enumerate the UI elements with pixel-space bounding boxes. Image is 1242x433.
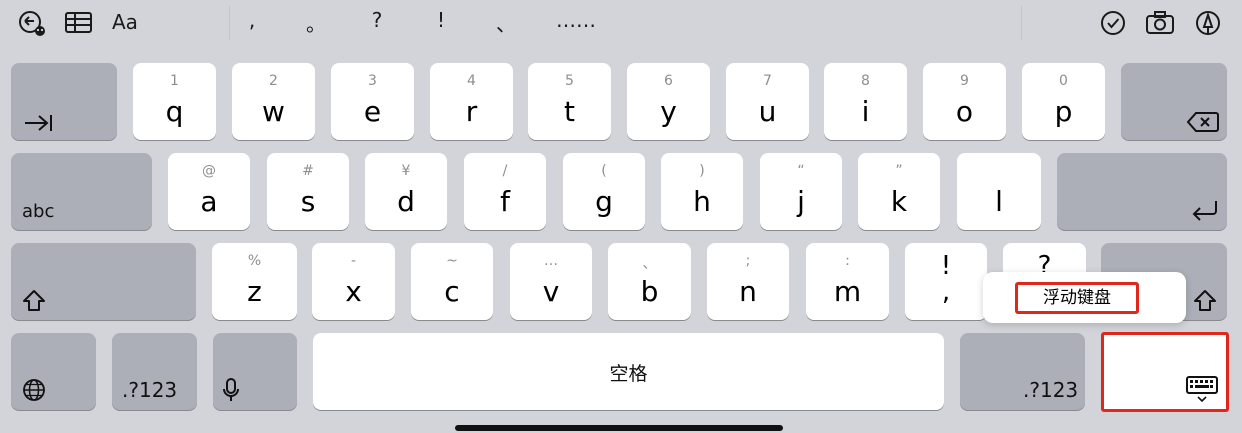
floating-keyboard-option[interactable]: 浮动键盘 [1015, 282, 1139, 314]
numbers-key-left[interactable]: .?123 [112, 333, 197, 410]
key-w[interactable]: 2w [232, 63, 315, 140]
shift-icon [1194, 290, 1216, 311]
key-s[interactable]: # s [267, 153, 349, 230]
key-e[interactable]: 3e [331, 63, 414, 140]
key-r[interactable]: 4r [430, 63, 513, 140]
key-y[interactable]: 6y [627, 63, 710, 140]
camera-icon[interactable] [1145, 8, 1175, 42]
key-i[interactable]: 8i [824, 63, 907, 140]
return-key[interactable] [1057, 153, 1227, 230]
pen-icon[interactable] [1194, 8, 1224, 42]
shift-key-left[interactable] [11, 243, 196, 320]
toolbar-divider [229, 6, 230, 40]
key-a[interactable]: @ a [168, 153, 250, 230]
tab-arrow-icon [25, 115, 52, 131]
globe-key[interactable] [11, 333, 96, 410]
key-n[interactable]: ; n [707, 243, 789, 320]
delete-key[interactable] [1121, 63, 1227, 140]
key-k[interactable]: ” k [858, 153, 940, 230]
numbers-key-right[interactable]: .?123 [960, 333, 1085, 410]
key-z[interactable]: % z [212, 243, 297, 320]
hide-keyboard-key[interactable] [1101, 332, 1229, 412]
key-l[interactable]: l [957, 153, 1041, 230]
key-d[interactable]: ¥ d [365, 153, 447, 230]
punct-ellipsis[interactable]: …… [556, 8, 596, 32]
key-f[interactable]: / f [464, 153, 546, 230]
punct-question[interactable]: ? [357, 8, 397, 32]
abc-key[interactable]: abc [11, 153, 152, 230]
key-c[interactable]: ~ c [411, 243, 493, 320]
microphone-icon [223, 378, 239, 401]
keyboard-icon [1186, 376, 1218, 403]
numbers-label: .?123 [122, 378, 178, 402]
key-m[interactable]: :m [806, 243, 889, 320]
punct-comma[interactable]: , [232, 8, 272, 32]
key-p[interactable]: 0p [1022, 63, 1105, 140]
punct-exclamation[interactable]: ! [421, 8, 461, 32]
abc-label: abc [22, 201, 55, 222]
home-indicator[interactable] [455, 425, 783, 431]
dictation-key[interactable] [213, 333, 297, 410]
key-x[interactable]: -x [312, 243, 395, 320]
shift-icon [23, 290, 45, 311]
space-label: 空格 [609, 363, 648, 385]
undo-emoji-icon[interactable] [16, 8, 48, 44]
space-key[interactable]: 空格 [313, 333, 944, 410]
keyboard-toolbar: Aa , 。 ? ! 、 …… [0, 0, 1242, 48]
key-j[interactable]: “j [760, 153, 842, 230]
table-icon[interactable] [64, 8, 94, 42]
checkmark-circle-icon[interactable] [1100, 8, 1126, 42]
key-o[interactable]: 9o [923, 63, 1006, 140]
key-v[interactable]: … v [510, 243, 592, 320]
key-t[interactable]: 5t [528, 63, 611, 140]
globe-icon [23, 379, 45, 401]
key-u[interactable]: 7u [726, 63, 809, 140]
punct-period[interactable]: 。 [296, 8, 336, 37]
numbers-label: .?123 [1023, 378, 1079, 402]
return-icon [1192, 201, 1217, 221]
key-h[interactable]: ) h [661, 153, 743, 230]
key-g[interactable]: (g [563, 153, 645, 230]
toolbar-divider [1021, 6, 1022, 40]
punct-enumeration-comma[interactable]: 、 [486, 8, 526, 37]
key-b[interactable]: 、 b [608, 243, 691, 320]
font-icon[interactable]: Aa [112, 10, 138, 34]
key-exclamation-comma[interactable]: ! , [905, 243, 987, 320]
key-q[interactable]: 1q [133, 63, 216, 140]
tab-key[interactable] [11, 63, 117, 140]
delete-icon [1187, 112, 1219, 132]
